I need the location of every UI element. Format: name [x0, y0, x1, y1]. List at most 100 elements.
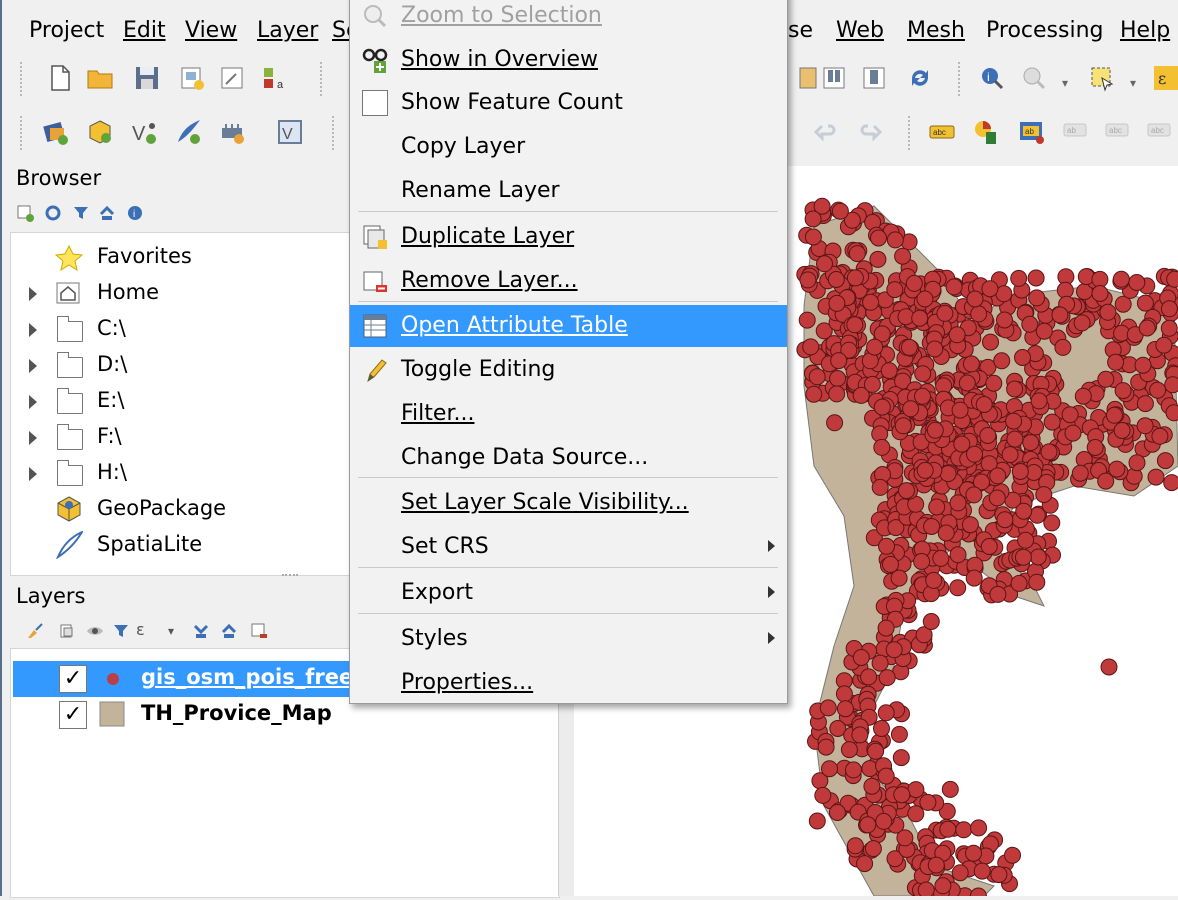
- menu-mesh[interactable]: Mesh: [907, 18, 965, 43]
- menu-item-set-crs[interactable]: Set CRS: [350, 526, 787, 568]
- new-spatialite-icon[interactable]: [174, 118, 202, 146]
- chevron-down-icon[interactable]: ▾: [168, 624, 174, 638]
- bookmark-icon[interactable]: [820, 64, 848, 92]
- menu-item-set-layer-scale-visibility[interactable]: Set Layer Scale Visibility...: [350, 482, 787, 524]
- identify-icon[interactable]: i: [978, 64, 1006, 92]
- new-geopackage-icon[interactable]: [86, 118, 114, 146]
- expand-arrow-icon[interactable]: [29, 287, 37, 301]
- open-project-icon[interactable]: [86, 64, 114, 92]
- poi-point: [950, 580, 966, 596]
- expand-arrow-icon[interactable]: [29, 359, 37, 373]
- new-print-layout-icon[interactable]: [178, 64, 206, 92]
- checkbox-icon[interactable]: [362, 90, 388, 116]
- chevron-down-icon[interactable]: ▾: [1062, 76, 1068, 90]
- menu-project[interactable]: Project: [29, 18, 104, 43]
- menu-item-styles[interactable]: Styles: [350, 618, 787, 660]
- toolbar-grip[interactable]: [20, 116, 24, 150]
- refresh-icon[interactable]: [44, 204, 62, 222]
- menu-view[interactable]: View: [185, 18, 237, 43]
- menu-edit[interactable]: Edit: [123, 18, 166, 43]
- menu-item-label: Change Data Source...: [401, 445, 648, 470]
- filter-icon[interactable]: [72, 204, 90, 222]
- menu-database[interactable]: se: [788, 18, 813, 43]
- layer-visibility-checkbox[interactable]: ✓: [59, 665, 87, 693]
- toolbar-grip[interactable]: [332, 116, 336, 150]
- poi-point: [903, 401, 919, 417]
- menu-item-remove-layer[interactable]: Remove Layer...: [350, 260, 787, 302]
- chevron-down-icon[interactable]: ▾: [1130, 76, 1136, 90]
- diagram-toolbar-icon[interactable]: [972, 118, 1000, 146]
- menu-item-zoom-to-selection[interactable]: Zoom to Selection: [350, 0, 787, 37]
- new-temporary-layer-icon[interactable]: [218, 118, 246, 146]
- highlight-labels-icon[interactable]: ab: [1018, 118, 1046, 146]
- style-panel-icon[interactable]: [26, 622, 44, 640]
- poi-point: [1006, 413, 1022, 429]
- data-source-manager-icon[interactable]: [42, 118, 70, 146]
- menu-item-export[interactable]: Export: [350, 572, 787, 614]
- menu-item-change-data-source[interactable]: Change Data Source...: [350, 437, 787, 479]
- add-selected-layers-icon[interactable]: [16, 204, 34, 222]
- poi-point: [878, 620, 894, 636]
- pin-labels-icon[interactable]: ab: [1062, 118, 1090, 146]
- move-label-icon[interactable]: abc: [1146, 118, 1174, 146]
- new-virtual-layer-icon[interactable]: V: [276, 118, 304, 146]
- show-bookmarks-icon[interactable]: [860, 64, 888, 92]
- collapse-all-icon[interactable]: [220, 622, 238, 640]
- style-manager-icon[interactable]: a: [261, 64, 289, 92]
- remove-layer-icon[interactable]: [250, 622, 268, 640]
- poi-point: [874, 721, 890, 737]
- menu-separator: [358, 613, 778, 614]
- toolbar-grip[interactable]: [908, 116, 912, 150]
- new-shapefile-icon[interactable]: V: [130, 118, 158, 146]
- layer-name[interactable]: gis_osm_pois_free_1: [141, 665, 378, 689]
- menu-item-copy-layer[interactable]: Copy Layer: [350, 126, 787, 168]
- menu-item-duplicate-layer[interactable]: Duplicate Layer: [350, 216, 787, 258]
- panel-splitter[interactable]: [282, 574, 298, 578]
- expand-arrow-icon[interactable]: [29, 431, 37, 445]
- expand-arrow-icon[interactable]: [29, 467, 37, 481]
- menu-item-filter[interactable]: Filter...: [350, 393, 787, 435]
- refresh-icon[interactable]: [906, 64, 934, 92]
- select-by-expression-icon[interactable]: ε: [1152, 64, 1178, 92]
- toolbar-grip[interactable]: [20, 62, 24, 96]
- save-project-icon[interactable]: [133, 64, 161, 92]
- filter-legend-icon[interactable]: [112, 622, 130, 640]
- toolbar-grip[interactable]: [320, 62, 324, 96]
- toolbar-grip[interactable]: [958, 62, 962, 96]
- menu-item-toggle-editing[interactable]: Toggle Editing: [350, 349, 787, 391]
- layout-manager-icon[interactable]: [218, 64, 246, 92]
- menu-item-rename-layer[interactable]: Rename Layer: [350, 170, 787, 212]
- menu-item-properties[interactable]: Properties...: [350, 662, 787, 704]
- manage-themes-icon[interactable]: [86, 622, 104, 640]
- redo-icon[interactable]: [856, 118, 884, 146]
- show-hide-labels-icon[interactable]: abc: [1104, 118, 1132, 146]
- select-features-icon[interactable]: [1088, 64, 1116, 92]
- expand-arrow-icon[interactable]: [29, 395, 37, 409]
- polygon-symbol-icon: [99, 701, 125, 727]
- select-location-icon[interactable]: [1020, 64, 1048, 92]
- layer-row-pois[interactable]: ✓ gis_osm_pois_free_1: [13, 661, 363, 697]
- expand-all-icon[interactable]: [192, 622, 210, 640]
- poi-point: [997, 312, 1013, 328]
- menu-item-show-in-overview[interactable]: Show in Overview: [350, 39, 787, 81]
- menu-help[interactable]: Help: [1120, 18, 1170, 43]
- menu-item-show-feature-count[interactable]: Show Feature Count: [350, 82, 787, 124]
- poi-point: [872, 655, 888, 671]
- menu-layer[interactable]: Layer: [257, 18, 318, 43]
- menu-processing[interactable]: Processing: [986, 18, 1103, 43]
- layer-name[interactable]: TH_Provice_Map: [141, 701, 332, 725]
- menu-item-open-attribute-table[interactable]: Open Attribute Table: [350, 305, 787, 347]
- poi-point: [830, 371, 846, 387]
- label-toolbar-icon[interactable]: abc: [928, 118, 956, 146]
- collapse-all-icon[interactable]: [98, 204, 116, 222]
- svg-text:i: i: [133, 209, 135, 220]
- expand-arrow-icon[interactable]: [29, 323, 37, 337]
- new-project-icon[interactable]: [46, 64, 74, 92]
- filter-expression-icon[interactable]: ε: [136, 620, 145, 639]
- layer-visibility-checkbox[interactable]: ✓: [59, 701, 87, 729]
- poi-point: [1087, 440, 1103, 456]
- menu-web[interactable]: Web: [836, 18, 884, 43]
- info-icon[interactable]: i: [126, 204, 144, 222]
- add-group-icon[interactable]: [58, 622, 76, 640]
- undo-icon[interactable]: [812, 118, 840, 146]
